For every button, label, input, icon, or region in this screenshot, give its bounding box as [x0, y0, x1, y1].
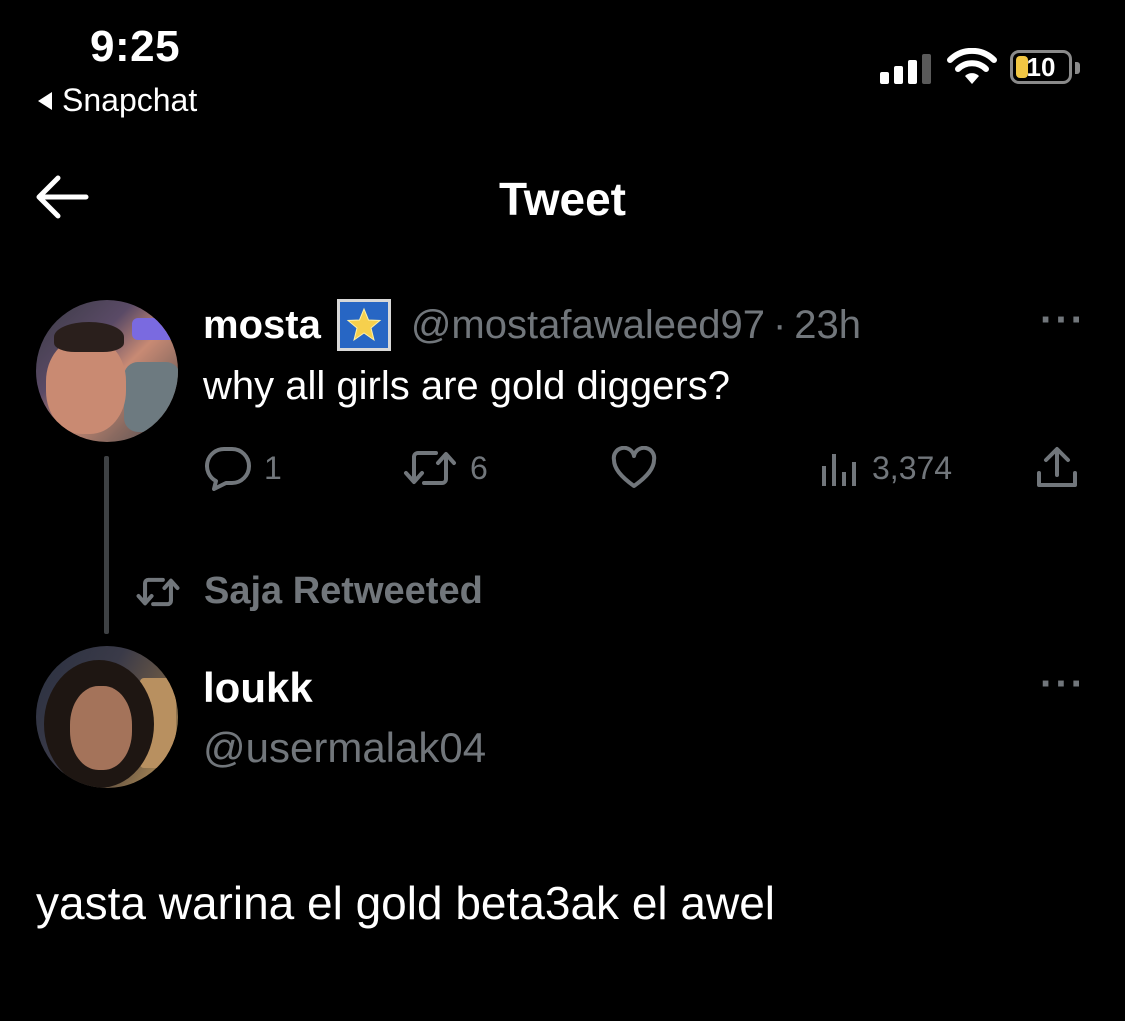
wifi-icon	[947, 48, 997, 84]
heart-icon	[611, 446, 657, 488]
like-button[interactable]	[610, 442, 658, 494]
retweet-count: 6	[470, 449, 488, 486]
avatar-mosta[interactable]	[36, 300, 178, 442]
star-emoji-icon	[336, 299, 391, 351]
reply-button[interactable]: 1	[204, 442, 282, 494]
avatar-loukk[interactable]	[36, 646, 178, 788]
back-to-app-link[interactable]: Snapchat	[38, 82, 197, 119]
tweet-text: why all girls are gold diggers?	[203, 364, 730, 408]
retweet-button[interactable]: 6	[402, 442, 488, 494]
share-button[interactable]	[1034, 442, 1080, 494]
battery-cap	[1075, 62, 1080, 74]
bar-chart-icon	[822, 454, 856, 486]
tweet-author-row: mosta @mostafawaleed97 · 23h	[203, 299, 861, 351]
author-display-name[interactable]: mosta	[203, 303, 321, 348]
retweet-icon	[404, 451, 456, 485]
status-time: 9:25	[90, 22, 181, 71]
retweet-icon	[136, 577, 180, 606]
tweet-timestamp[interactable]: 23h	[794, 303, 861, 348]
view-count: 3,374	[872, 449, 953, 486]
more-options-icon[interactable]: ···	[1040, 662, 1086, 707]
page-title: Tweet	[499, 173, 626, 225]
views-button[interactable]: 3,374	[818, 442, 952, 494]
back-triangle-icon	[38, 91, 52, 110]
reply-tweet-text: yasta warina el gold beta3ak el awel	[36, 877, 776, 929]
retweeted-by-text: Saja Retweeted	[204, 570, 483, 612]
back-app-label: Snapchat	[62, 82, 198, 118]
reply-count: 1	[264, 449, 282, 486]
retweeted-by-label[interactable]: Saja Retweeted	[134, 570, 483, 613]
battery-level: 10	[1026, 51, 1056, 82]
battery-icon: 10	[1010, 50, 1072, 84]
cellular-signal-icon	[880, 52, 931, 84]
reply-bubble-icon	[205, 447, 251, 491]
thread-connector-line	[104, 456, 109, 634]
share-upload-icon	[1037, 447, 1077, 487]
more-options-icon[interactable]: ···	[1040, 298, 1086, 343]
author-handle[interactable]: @mostafawaleed97	[411, 303, 765, 348]
reply-author-handle[interactable]: @usermalak04	[203, 724, 486, 772]
dot-separator: ·	[772, 302, 787, 347]
reply-author-display-name[interactable]: loukk	[203, 664, 313, 712]
